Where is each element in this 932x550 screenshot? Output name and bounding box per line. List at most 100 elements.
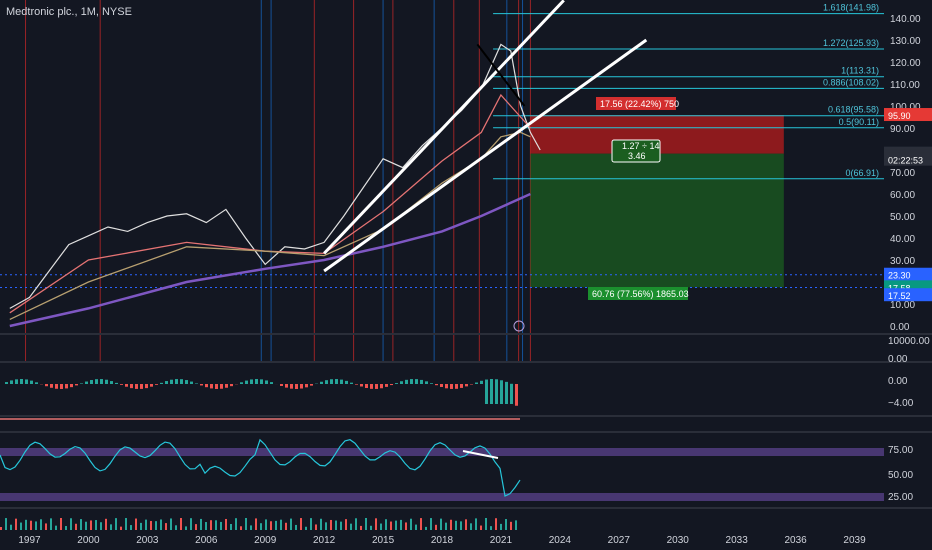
volume-bar <box>425 526 427 530</box>
macd-bar <box>25 379 28 384</box>
time-tick-label: 2015 <box>372 535 395 546</box>
macd-bar <box>190 381 193 384</box>
fib-label: 0.886(108.02) <box>823 77 879 87</box>
macd-bar <box>410 379 413 384</box>
macd-bar <box>350 382 353 384</box>
macd-bar <box>215 384 218 389</box>
macd-bar <box>295 384 298 389</box>
macd-bar <box>260 379 263 384</box>
volume-bar <box>385 519 387 530</box>
volume-bar <box>490 526 492 530</box>
volume-bar <box>170 518 172 530</box>
volume-bar <box>410 518 412 530</box>
macd-bar <box>90 380 93 384</box>
macd-bar <box>325 380 328 384</box>
macd-bar <box>435 384 438 386</box>
volume-bar <box>100 522 102 530</box>
volume-bar <box>335 520 337 530</box>
volume-bar <box>220 521 222 530</box>
macd-bar <box>500 380 503 404</box>
macd-bar <box>120 384 123 385</box>
volume-bar <box>415 524 417 530</box>
macd-bar <box>180 379 183 384</box>
volume-bar <box>215 520 217 530</box>
macd-bar <box>110 381 113 384</box>
macd-bar <box>140 384 143 389</box>
volume-bar <box>60 518 62 530</box>
volume-bar <box>405 522 407 530</box>
price-axis[interactable]: 140.00130.00120.00110.00100.0090.0080.00… <box>884 14 932 503</box>
macd-bar <box>35 382 38 384</box>
volume-bar <box>130 525 132 530</box>
time-axis[interactable]: 1997 2000 2003 2006 2009 2012 2015 2018 2021 2024… <box>18 535 866 546</box>
price-series-line <box>9 43 541 309</box>
volume-bar <box>485 518 487 530</box>
macd-bar <box>230 384 233 387</box>
macd-bar <box>415 379 418 384</box>
volume-bar <box>5 518 7 530</box>
take-profit-zone <box>530 153 784 288</box>
volume-bar <box>360 525 362 530</box>
price-badge-label: 17.52 <box>888 291 911 301</box>
volume-bar <box>110 524 112 530</box>
volume-bar <box>185 526 187 530</box>
volume-bar <box>500 523 502 530</box>
rsi-tick-label: 25.00 <box>888 492 913 503</box>
price-tick-label: 140.00 <box>890 14 921 25</box>
macd-bar <box>505 381 508 404</box>
volume-bar <box>30 520 32 530</box>
time-tick-label: 2012 <box>313 535 336 546</box>
price-tick-label: 40.00 <box>890 234 915 245</box>
volume-bar <box>25 519 27 530</box>
macd-bar <box>375 384 378 389</box>
volume-tick-label: 0.00 <box>888 354 908 365</box>
macd-bar <box>395 383 398 384</box>
time-tick-label: 2021 <box>490 535 513 546</box>
macd-bar <box>280 384 283 386</box>
macd-bar <box>55 384 58 389</box>
volume-bar <box>355 518 357 530</box>
chart-canvas[interactable]: 1.618(141.98) 1.272(125.93) 1(113.31)0.886… <box>0 0 932 550</box>
macd-bar <box>20 379 23 384</box>
volume-bar <box>65 526 67 530</box>
macd-bar <box>85 381 88 384</box>
price-tick-label: 10.00 <box>890 300 915 311</box>
volume-tick-label: 10000.00 <box>888 336 930 347</box>
macd-bar <box>340 379 343 384</box>
volume-bar <box>440 518 442 530</box>
time-tick-label: 2006 <box>195 535 218 546</box>
loss-label: 17.56 (22.42%) 750 <box>600 99 679 109</box>
volume-bar <box>85 521 87 530</box>
volume-bar <box>175 525 177 530</box>
price-tick-label: 110.00 <box>890 80 920 91</box>
volume-bar <box>325 522 327 530</box>
volume-bar <box>395 520 397 530</box>
volume-bar <box>320 518 322 530</box>
volume-bar <box>390 521 392 530</box>
volume-bar <box>55 525 57 530</box>
macd-bar <box>200 384 203 386</box>
macd-bar <box>220 384 223 389</box>
volume-bar <box>290 518 292 530</box>
volume-bar <box>300 518 302 530</box>
macd-bar <box>370 384 373 389</box>
volume-bar <box>375 518 377 530</box>
vertical-event-lines <box>25 0 531 362</box>
target-label: 60.76 (77.56%) 1865.03 <box>592 289 689 299</box>
volume-bar <box>180 518 182 530</box>
macd-bar <box>345 380 348 384</box>
fib-label: 1(113.31) <box>841 66 879 76</box>
volume-bar <box>35 521 37 530</box>
macd-bar <box>265 380 268 384</box>
macd-bar <box>490 379 493 404</box>
volume-bar <box>195 524 197 530</box>
macd-bar <box>240 382 243 384</box>
volume-bar <box>475 518 477 530</box>
macd-bar <box>205 384 208 388</box>
macd-bar <box>165 381 168 384</box>
macd-bar <box>385 384 388 387</box>
volume-bar <box>380 523 382 530</box>
volume-bar <box>510 521 512 530</box>
volume-bar <box>495 518 497 530</box>
rsi-tick-label: 50.00 <box>888 470 913 481</box>
